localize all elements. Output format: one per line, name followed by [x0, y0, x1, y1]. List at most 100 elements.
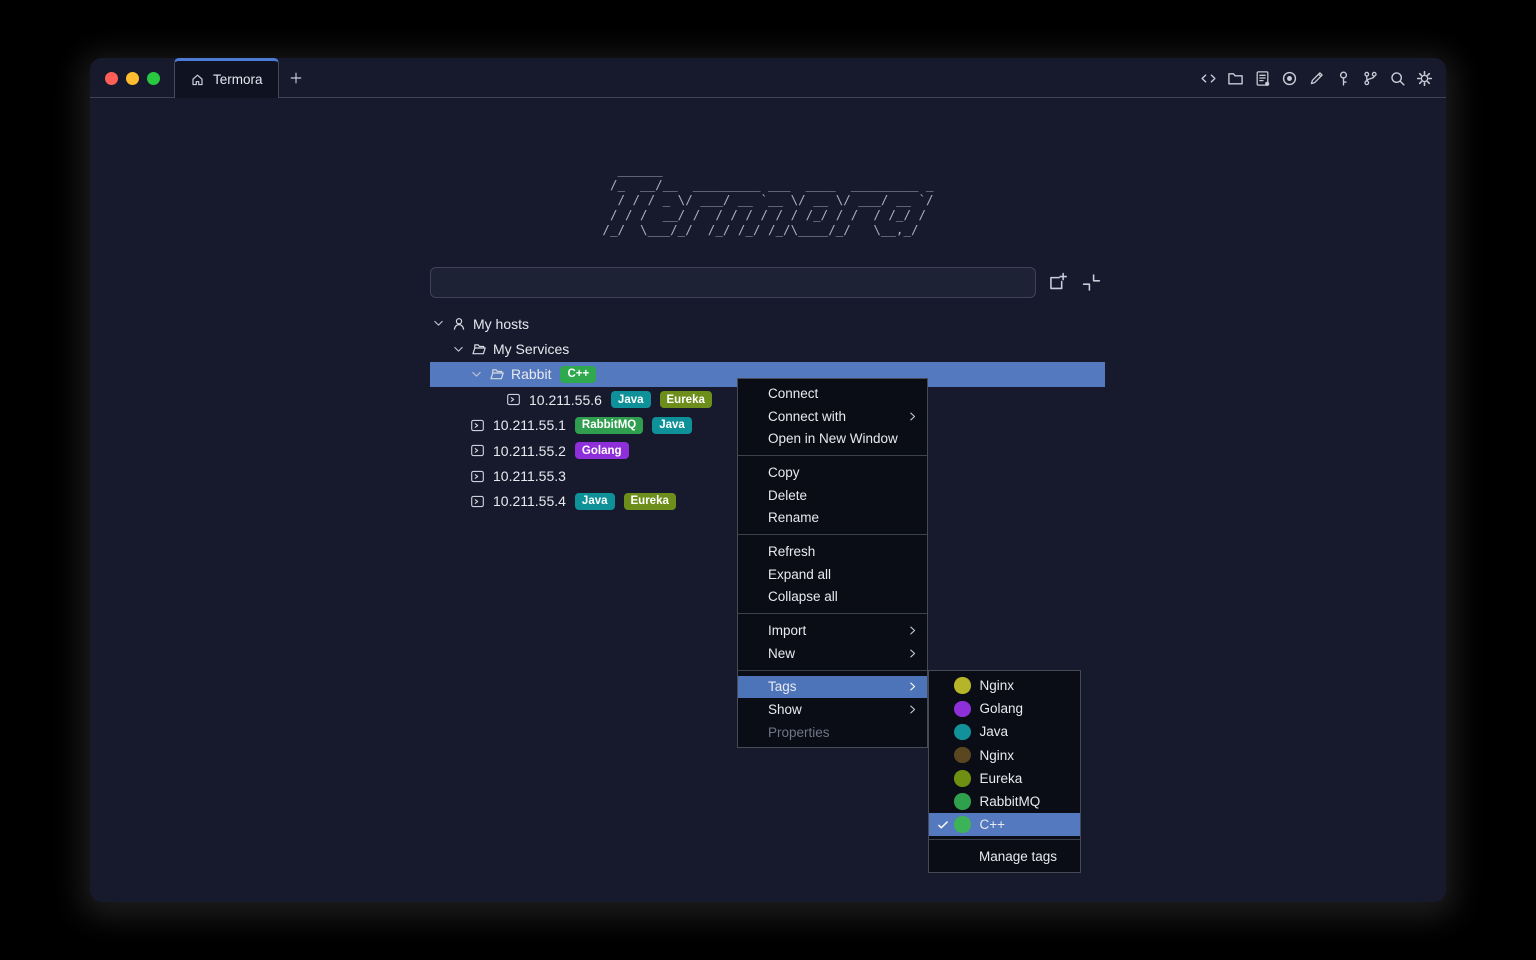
menu-item-delete[interactable]: Delete — [738, 484, 927, 507]
tag-option-nginx-2[interactable]: Nginx — [929, 744, 1080, 767]
tree-row-my-services[interactable]: My Services — [430, 336, 1105, 361]
tree-label: 10.211.55.3 — [493, 468, 566, 484]
tree-row-my-hosts[interactable]: My hosts — [430, 311, 1105, 336]
tag-badge: Java — [652, 417, 692, 434]
chevron-right-icon — [907, 681, 918, 692]
log-icon[interactable] — [1254, 70, 1271, 87]
check-slot — [937, 772, 954, 784]
chevron-down-icon[interactable] — [432, 317, 445, 330]
check-slot — [937, 680, 954, 692]
tag-color-dot — [954, 724, 971, 741]
main-content: ______ /_ __/__ _________ ___ ____ _____… — [90, 98, 1446, 902]
close-window-button[interactable] — [105, 72, 118, 85]
user-icon — [451, 316, 467, 332]
check-slot — [937, 796, 954, 808]
code-icon[interactable] — [1200, 70, 1217, 87]
record-icon[interactable] — [1281, 70, 1298, 87]
tree-label: 10.211.55.4 — [493, 493, 566, 509]
manage-tags-button[interactable]: Manage tags — [929, 843, 1080, 869]
menu-item-show[interactable]: Show — [738, 698, 927, 721]
terminal-icon — [506, 392, 521, 407]
menu-item-connect-with[interactable]: Connect with — [738, 405, 927, 428]
terminal-icon — [470, 494, 485, 509]
tag-option-cpp-checked[interactable]: C++ — [929, 813, 1080, 836]
collapse-all-icon[interactable] — [1081, 272, 1102, 293]
plus-icon — [289, 71, 303, 85]
chevron-right-icon — [907, 704, 918, 715]
tree-label: My hosts — [473, 316, 529, 332]
home-icon — [190, 72, 205, 87]
host-search-input[interactable] — [430, 267, 1036, 298]
folder-open-icon — [471, 341, 487, 357]
tag-color-dot — [954, 701, 971, 718]
tag-color-dot — [954, 816, 971, 833]
menu-item-properties: Properties — [738, 721, 927, 744]
menu-separator — [929, 839, 1080, 840]
tag-option-golang[interactable]: Golang — [929, 697, 1080, 720]
chevron-right-icon — [907, 625, 918, 636]
terminal-icon — [470, 443, 485, 458]
check-slot — [937, 726, 954, 738]
tag-color-dot — [954, 677, 971, 694]
tags-submenu: Nginx Golang Java Nginx Eureka Rabb — [928, 670, 1081, 873]
menu-item-import[interactable]: Import — [738, 619, 927, 642]
branch-icon[interactable] — [1362, 70, 1379, 87]
add-host-icon[interactable] — [1047, 272, 1068, 293]
terminal-icon — [470, 418, 485, 433]
menu-item-tags[interactable]: Tags — [738, 676, 927, 699]
tag-badge: Golang — [575, 442, 629, 459]
menu-separator — [738, 613, 927, 614]
tag-badge: RabbitMQ — [575, 417, 643, 434]
check-slot — [937, 703, 954, 715]
menu-item-expand-all[interactable]: Expand all — [738, 563, 927, 586]
tag-option-nginx[interactable]: Nginx — [929, 674, 1080, 697]
menu-separator — [738, 534, 927, 535]
menu-item-copy[interactable]: Copy — [738, 461, 927, 484]
menu-separator — [738, 670, 927, 671]
new-tab-button[interactable] — [279, 58, 313, 98]
chevron-down-icon[interactable] — [470, 368, 483, 381]
terminal-icon — [470, 469, 485, 484]
window-controls — [90, 58, 174, 98]
check-slot — [937, 749, 954, 761]
tag-color-dot — [954, 747, 971, 764]
menu-item-refresh[interactable]: Refresh — [738, 540, 927, 563]
settings-icon[interactable] — [1416, 70, 1433, 87]
search-row — [430, 267, 1102, 298]
tree-label: 10.211.55.6 — [529, 392, 602, 408]
checkmark-icon — [937, 819, 954, 831]
chevron-right-icon — [907, 411, 918, 422]
search-icon[interactable] — [1389, 70, 1406, 87]
tree-label: My Services — [493, 341, 569, 357]
zoom-window-button[interactable] — [147, 72, 160, 85]
folder-icon[interactable] — [1227, 70, 1244, 87]
minimize-window-button[interactable] — [126, 72, 139, 85]
menu-item-collapse-all[interactable]: Collapse all — [738, 586, 927, 609]
menu-item-new[interactable]: New — [738, 642, 927, 665]
tag-option-eureka[interactable]: Eureka — [929, 767, 1080, 790]
folder-open-icon — [489, 366, 505, 382]
tag-option-java[interactable]: Java — [929, 720, 1080, 743]
tag-badge: Eureka — [624, 493, 676, 510]
tree-label: 10.211.55.2 — [493, 443, 566, 459]
tag-badge: Eureka — [660, 391, 712, 408]
tree-label: 10.211.55.1 — [493, 417, 566, 433]
toolbar — [1200, 58, 1446, 98]
key-icon[interactable] — [1335, 70, 1352, 87]
tab-bar: Termora — [90, 58, 1446, 98]
tag-option-rabbitmq[interactable]: RabbitMQ — [929, 790, 1080, 813]
termora-ascii-logo: ______ /_ __/__ _________ ___ ____ _____… — [602, 162, 933, 237]
edit-icon[interactable] — [1308, 70, 1325, 87]
menu-item-connect[interactable]: Connect — [738, 382, 927, 405]
menu-separator — [738, 455, 927, 456]
tag-color-dot — [954, 770, 971, 787]
menu-item-rename[interactable]: Rename — [738, 506, 927, 529]
tab-label: Termora — [213, 72, 263, 87]
chevron-right-icon — [907, 648, 918, 659]
chevron-down-icon[interactable] — [452, 343, 465, 356]
tree-label: Rabbit — [511, 366, 551, 382]
menu-item-open-in-new-window[interactable]: Open in New Window — [738, 427, 927, 450]
tag-color-dot — [954, 793, 971, 810]
tab-termora[interactable]: Termora — [174, 58, 279, 98]
tag-badge: Java — [611, 391, 651, 408]
